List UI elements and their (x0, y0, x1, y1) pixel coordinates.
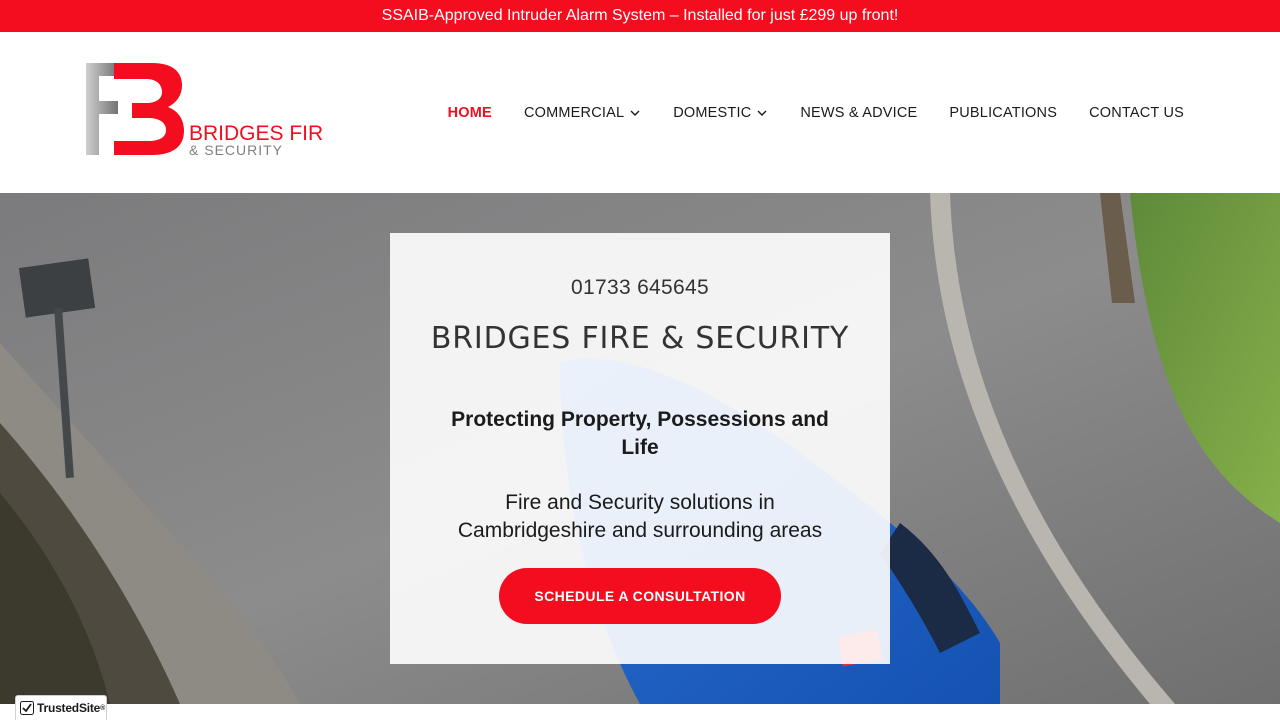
hero-card: 01733 645645 BRIDGES FIRE & SECURITY Pro… (390, 233, 890, 664)
site-header: BRIDGES FIRE & SECURITY HOME COMMERCIAL … (0, 32, 1280, 193)
promo-text[interactable]: SSAIB-Approved Intruder Alarm System – I… (382, 7, 899, 24)
nav-domestic[interactable]: DOMESTIC (673, 105, 768, 121)
nav-publications-label[interactable]: PUBLICATIONS (949, 105, 1057, 121)
chevron-down-icon[interactable] (756, 107, 768, 119)
hero-tagline: Protecting Property, Possessions and Lif… (451, 408, 829, 459)
hero-title: BRIDGES FIRE & SECURITY (430, 321, 850, 356)
nav-publications[interactable]: PUBLICATIONS (949, 105, 1057, 121)
nav-home-label[interactable]: HOME (448, 105, 492, 121)
main-navigation: HOME COMMERCIAL DOMESTIC NEWS & ADVICE P… (416, 32, 1184, 193)
chevron-down-icon[interactable] (629, 107, 641, 119)
nav-commercial[interactable]: COMMERCIAL (524, 105, 641, 121)
schedule-consultation-button[interactable]: SCHEDULE A CONSULTATION (499, 568, 781, 624)
nav-home[interactable]: HOME (448, 105, 492, 121)
brand-logo[interactable]: BRIDGES FIRE & SECURITY (84, 63, 324, 158)
logo-subtitle-text: & SECURITY (189, 142, 283, 158)
nav-news-advice[interactable]: NEWS & ADVICE (800, 105, 917, 121)
trademark-mark: ® (100, 704, 106, 712)
logo-mark-icon: BRIDGES FIRE & SECURITY (86, 63, 324, 158)
trustedsite-label: TrustedSite (37, 701, 101, 715)
trustedsite-badge[interactable]: TrustedSite ® (15, 695, 107, 720)
checkmark-icon (20, 701, 34, 715)
hero-description: Fire and Security solutions in Cambridge… (457, 491, 823, 542)
phone-number[interactable]: 01733 645645 (390, 276, 890, 300)
nav-contact-us[interactable]: CONTACT US (1089, 105, 1184, 121)
promo-banner[interactable]: SSAIB-Approved Intruder Alarm System – I… (0, 0, 1280, 32)
nav-contact-us-label[interactable]: CONTACT US (1089, 105, 1184, 121)
nav-domestic-label[interactable]: DOMESTIC (673, 105, 751, 121)
nav-commercial-label[interactable]: COMMERCIAL (524, 105, 624, 121)
hero-section: 01733 645645 BRIDGES FIRE & SECURITY Pro… (0, 193, 1280, 704)
nav-news-advice-label[interactable]: NEWS & ADVICE (800, 105, 917, 121)
